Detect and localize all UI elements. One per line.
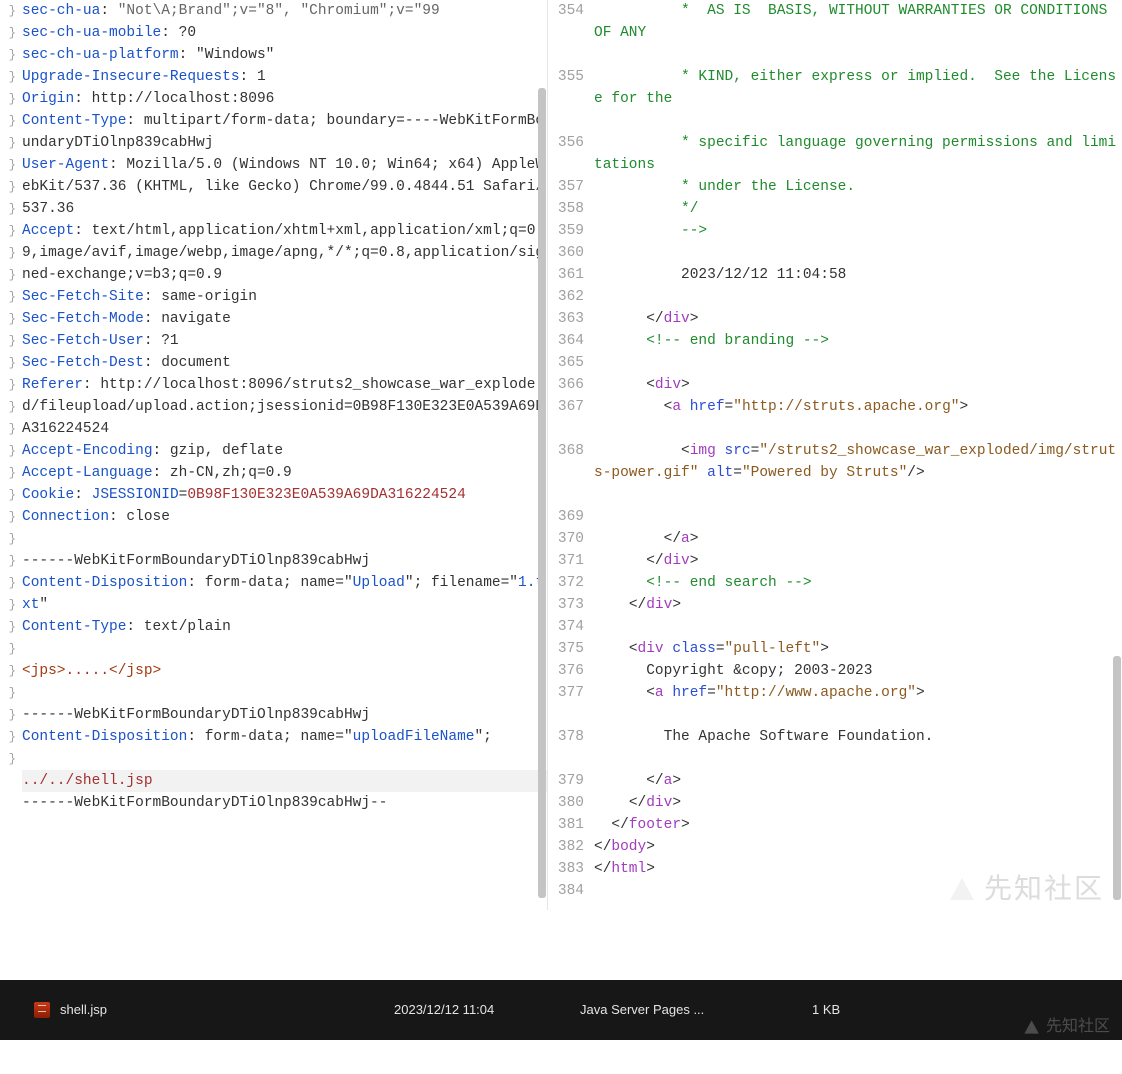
request-line xyxy=(22,748,547,770)
response-line: <div class="pull-left"> xyxy=(594,638,1122,660)
response-line: </body> xyxy=(594,836,1122,858)
response-line xyxy=(594,880,1122,902)
response-code[interactable]: * AS IS BASIS, WITHOUT WARRANTIES OR CON… xyxy=(592,0,1122,910)
request-line: ../../shell.jsp xyxy=(22,770,547,792)
request-line: User-Agent: Mozilla/5.0 (Windows NT 10.0… xyxy=(22,154,547,220)
request-line: Upgrade-Insecure-Requests: 1 xyxy=(22,66,547,88)
response-line: * under the License. xyxy=(594,176,1122,198)
left-scrollbar-thumb[interactable] xyxy=(538,88,546,898)
response-line xyxy=(594,286,1122,308)
request-line: Referer: http://localhost:8096/struts2_s… xyxy=(22,374,547,440)
request-line: Sec-Fetch-User: ?1 xyxy=(22,330,547,352)
response-line: <img src="/struts2_showcase_war_exploded… xyxy=(594,440,1122,528)
watermark-footer: 先知社区 xyxy=(1022,1016,1110,1038)
response-line: </footer> xyxy=(594,814,1122,836)
request-line: Accept: text/html,application/xhtml+xml,… xyxy=(22,220,547,286)
request-line: Sec-Fetch-Site: same-origin xyxy=(22,286,547,308)
file-list-row[interactable]: shell.jsp 2023/12/12 11:04 Java Server P… xyxy=(0,980,1122,1040)
request-line: Content-Disposition: form-data; name="up… xyxy=(22,726,547,748)
file-date: 2023/12/12 11:04 xyxy=(394,999,580,1021)
request-line: sec-ch-ua: "Not\A;Brand";v="8", "Chromiu… xyxy=(22,0,547,22)
request-line: Content-Type: text/plain xyxy=(22,616,547,638)
request-line: ------WebKitFormBoundaryDTiOlnp839cabHwj xyxy=(22,704,547,726)
response-line xyxy=(594,616,1122,638)
right-scrollbar-thumb[interactable] xyxy=(1113,656,1121,900)
response-line: </div> xyxy=(594,550,1122,572)
response-line: <div> xyxy=(594,374,1122,396)
response-line: * KIND, either express or implied. See t… xyxy=(594,66,1122,132)
response-line: <a href="http://struts.apache.org"> xyxy=(594,396,1122,440)
response-line: * specific language governing permission… xyxy=(594,132,1122,176)
response-line xyxy=(594,242,1122,264)
response-line: */ xyxy=(594,198,1122,220)
response-line: <!-- end branding --> xyxy=(594,330,1122,352)
response-line: </a> xyxy=(594,528,1122,550)
response-line: </div> xyxy=(594,308,1122,330)
file-name-cell: shell.jsp xyxy=(34,999,394,1021)
response-line: </div> xyxy=(594,792,1122,814)
request-line: Content-Disposition: form-data; name="Up… xyxy=(22,572,547,616)
request-line: sec-ch-ua-platform: "Windows" xyxy=(22,44,547,66)
request-line: Origin: http://localhost:8096 xyxy=(22,88,547,110)
file-type: Java Server Pages ... xyxy=(580,999,812,1021)
request-line: <jps>.....</jsp> xyxy=(22,660,547,682)
file-size: 1 KB xyxy=(812,999,932,1021)
response-line: </html> xyxy=(594,858,1122,880)
request-line: Cookie: JSESSIONID=0B98F130E323E0A539A69… xyxy=(22,484,547,506)
file-name: shell.jsp xyxy=(60,999,107,1021)
request-line: Sec-Fetch-Dest: document xyxy=(22,352,547,374)
response-line: The Apache Software Foundation. xyxy=(594,726,1122,770)
response-line: --> xyxy=(594,220,1122,242)
right-gutter: 3543553563573583593603613623633643653663… xyxy=(548,0,592,910)
response-line xyxy=(594,352,1122,374)
response-line: 2023/12/12 11:04:58 xyxy=(594,264,1122,286)
request-line: sec-ch-ua-mobile: ?0 xyxy=(22,22,547,44)
request-line xyxy=(22,638,547,660)
request-code[interactable]: sec-ch-ua: "Not\A;Brand";v="8", "Chromiu… xyxy=(18,0,547,910)
request-line: Connection: close xyxy=(22,506,547,528)
request-line: ------WebKitFormBoundaryDTiOlnp839cabHwj xyxy=(22,550,547,572)
editor-split-view: }}}}}}}}}}}}}}}}}}}}}}}}}}}}}}}}}}} sec-… xyxy=(0,0,1122,910)
request-line xyxy=(22,682,547,704)
request-line: Sec-Fetch-Mode: navigate xyxy=(22,308,547,330)
request-line: Accept-Language: zh-CN,zh;q=0.9 xyxy=(22,462,547,484)
response-line: <a href="http://www.apache.org"> xyxy=(594,682,1122,726)
request-line: ------WebKitFormBoundaryDTiOlnp839cabHwj… xyxy=(22,792,547,814)
pane-resize-handle[interactable]: ⋮⋮ xyxy=(535,444,547,466)
request-line: Accept-Encoding: gzip, deflate xyxy=(22,440,547,462)
response-pane: 3543553563573583593603613623633643653663… xyxy=(548,0,1122,910)
response-line: * AS IS BASIS, WITHOUT WARRANTIES OR CON… xyxy=(594,0,1122,66)
request-line: Content-Type: multipart/form-data; bound… xyxy=(22,110,547,154)
response-line: <!-- end search --> xyxy=(594,572,1122,594)
request-line xyxy=(22,528,547,550)
request-pane: }}}}}}}}}}}}}}}}}}}}}}}}}}}}}}}}}}} sec-… xyxy=(0,0,548,910)
response-line: Copyright &copy; 2003-2023 xyxy=(594,660,1122,682)
response-line: </a> xyxy=(594,770,1122,792)
left-gutter: }}}}}}}}}}}}}}}}}}}}}}}}}}}}}}}}}}} xyxy=(0,0,18,910)
response-line: </div> xyxy=(594,594,1122,616)
jsp-file-icon xyxy=(34,1002,50,1018)
